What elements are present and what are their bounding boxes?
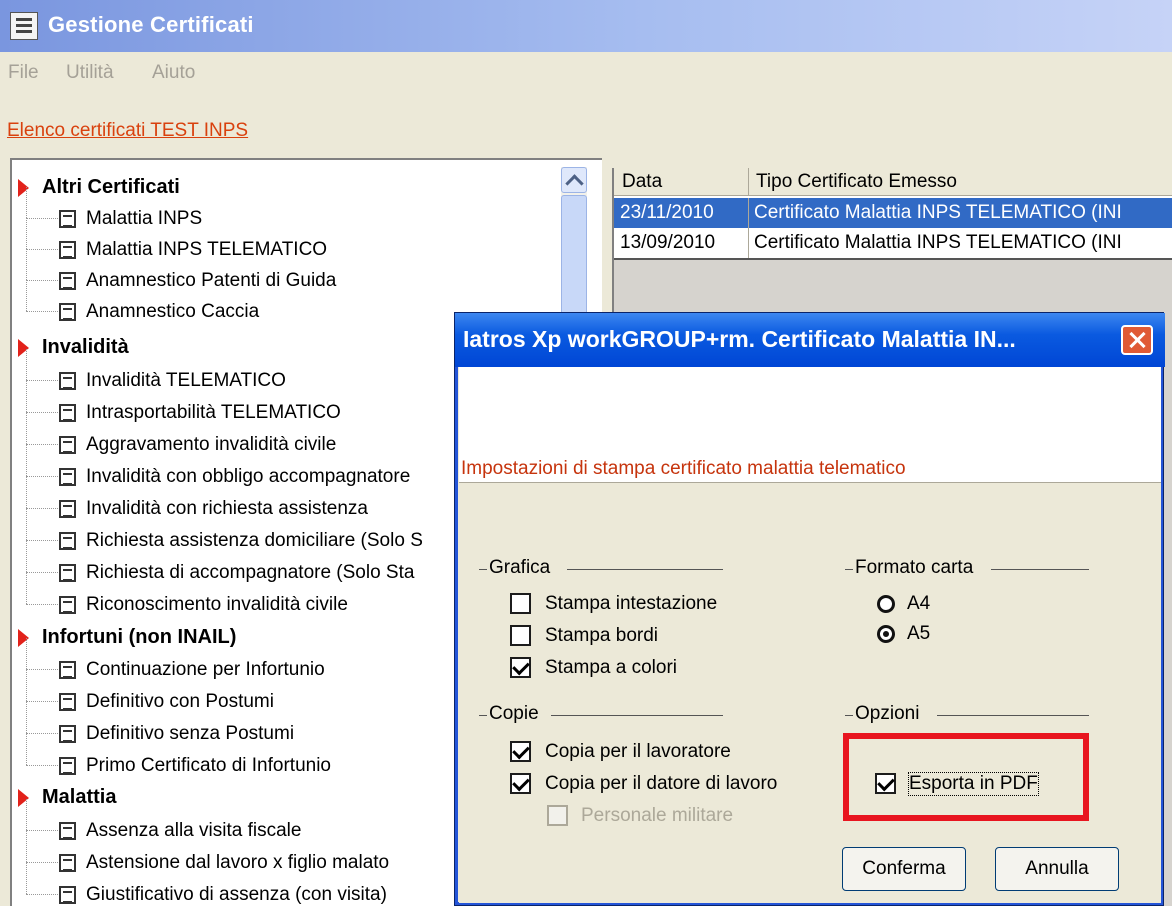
label-stampa-a-colori[interactable]: Stampa a colori — [545, 657, 677, 679]
dialog-body: Impostazioni di stampa certificato malat… — [459, 367, 1161, 903]
row-type: Certificato Malattia INPS TELEMATICO (IN… — [754, 202, 1122, 223]
tree-item-label: Primo Certificato di Infortunio — [86, 755, 331, 776]
main-title-bar[interactable]: Gestione Certificati — [0, 0, 1172, 52]
tree-category-label: Infortuni (non INAIL) — [42, 626, 237, 648]
document-icon — [59, 822, 76, 840]
group-copie-title: Copie — [489, 703, 539, 724]
radio-a4[interactable] — [877, 595, 895, 613]
tree-item-label: Continuazione per Infortunio — [86, 659, 325, 680]
document-icon — [59, 532, 76, 550]
print-settings-dialog: Iatros Xp workGROUP+rm. Certificato Mala… — [454, 312, 1165, 906]
document-icon — [59, 564, 76, 582]
tree-item-label: Giustificativo di assenza (con visita) — [86, 884, 387, 905]
tree-item-label: Anamnestico Patenti di Guida — [86, 270, 337, 291]
menu-file[interactable]: File — [8, 62, 39, 84]
document-list-icon — [10, 12, 38, 40]
list-header: Data Tipo Certificato Emesso — [614, 168, 1172, 196]
label-personale-militare: Personale militare — [581, 805, 734, 826]
menu-bar: File Utilità Aiuto — [0, 56, 1172, 90]
document-icon — [59, 272, 76, 290]
tree-item-label: Invalidità con obbligo accompagnatore — [86, 466, 411, 487]
tree-item-label: Aggravamento invalidità civile — [86, 434, 337, 455]
document-icon — [59, 854, 76, 872]
document-icon — [59, 500, 76, 518]
document-icon — [59, 372, 76, 390]
checkbox-copia-datore[interactable] — [510, 773, 531, 794]
expand-arrow-icon — [18, 179, 29, 197]
document-icon — [59, 468, 76, 486]
checkbox-esporta-pdf[interactable] — [875, 773, 896, 794]
column-header-type[interactable]: Tipo Certificato Emesso — [756, 171, 957, 193]
menu-aiuto[interactable]: Aiuto — [152, 62, 195, 84]
label-stampa-bordi[interactable]: Stampa bordi — [545, 625, 658, 647]
window-title: Gestione Certificati — [48, 12, 254, 37]
row-date: 13/09/2010 — [620, 232, 716, 253]
checkbox-stampa-intestazione[interactable] — [510, 593, 531, 614]
expand-arrow-icon — [18, 339, 29, 357]
tree-category-label: Malattia — [42, 786, 117, 808]
document-icon — [59, 661, 76, 679]
tree-item-label: Riconoscimento invalidità civile — [86, 594, 348, 615]
expand-arrow-icon — [18, 629, 29, 647]
tree-item-label: Richiesta di accompagnatore (Solo Sta — [86, 562, 415, 583]
document-icon — [59, 725, 76, 743]
document-icon — [59, 404, 76, 422]
checkbox-stampa-bordi[interactable] — [510, 625, 531, 646]
group-grafica-title: Grafica — [489, 557, 551, 578]
tree-item[interactable]: Malattia INPS — [12, 187, 572, 234]
tree-item-label: Assenza alla visita fiscale — [86, 820, 302, 841]
document-icon — [59, 757, 76, 775]
dialog-title-bar[interactable]: Iatros Xp workGROUP+rm. Certificato Mala… — [455, 313, 1165, 367]
column-header-date[interactable]: Data — [622, 171, 662, 193]
checkbox-stampa-a-colori[interactable] — [510, 657, 531, 678]
tree-item-label: Malattia INPS — [86, 208, 203, 229]
tree-item[interactable]: Malattia INPS TELEMATICO — [12, 218, 572, 265]
document-icon — [59, 693, 76, 711]
radio-a5[interactable] — [877, 625, 895, 643]
document-icon — [59, 241, 76, 259]
document-icon — [59, 436, 76, 454]
tree-item-label: Definitivo con Postumi — [86, 691, 274, 712]
label-copia-lavoratore[interactable]: Copia per il lavoratore — [545, 741, 731, 763]
dialog-subtitle: Impostazioni di stampa certificato malat… — [461, 458, 906, 479]
tree-item-label: Intrasportabilità TELEMATICO — [86, 402, 341, 423]
row-type: Certificato Malattia INPS TELEMATICO (IN… — [754, 232, 1122, 253]
tree-item-label: Invalidità con richiesta assistenza — [86, 498, 368, 519]
document-icon — [59, 303, 76, 321]
tree-item-label: Malattia INPS TELEMATICO — [86, 239, 328, 260]
label-a5[interactable]: A5 — [907, 623, 930, 645]
label-esporta-pdf[interactable]: Esporta in PDF — [908, 772, 1039, 796]
tree-category[interactable]: Altri Certificati — [12, 172, 572, 203]
tree-item[interactable]: Anamnestico Patenti di Guida — [12, 249, 572, 296]
checkbox-personale-militare — [547, 805, 568, 826]
label-stampa-intestazione[interactable]: Stampa intestazione — [545, 593, 717, 615]
group-formato-title: Formato carta — [855, 557, 974, 578]
label-copia-datore[interactable]: Copia per il datore di lavoro — [545, 773, 777, 795]
label-a4[interactable]: A4 — [907, 593, 930, 615]
document-icon — [59, 210, 76, 228]
tree-item-label: Astensione dal lavoro x figlio malato — [86, 852, 390, 873]
tree-item-label: Invalidità TELEMATICO — [86, 370, 286, 391]
expand-arrow-icon — [18, 789, 29, 807]
document-icon — [59, 596, 76, 614]
cancel-button[interactable]: Annulla — [995, 847, 1119, 891]
confirm-button[interactable]: Conferma — [842, 847, 966, 891]
scroll-up-arrow-icon[interactable] — [561, 167, 587, 193]
menu-utilita[interactable]: Utilità — [66, 62, 114, 84]
close-icon[interactable] — [1121, 325, 1153, 355]
tree-category-label: Altri Certificati — [42, 176, 180, 198]
list-row[interactable]: 13/09/2010 Certificato Malattia INPS TEL… — [614, 228, 1172, 258]
checkbox-copia-lavoratore[interactable] — [510, 741, 531, 762]
tree-item-label: Richiesta assistenza domiciliare (Solo S — [86, 530, 423, 551]
dialog-header-panel: Impostazioni di stampa certificato malat… — [459, 367, 1161, 483]
certificate-list-link[interactable]: Elenco certificati TEST INPS — [7, 120, 248, 142]
tree-item-label: Anamnestico Caccia — [86, 301, 260, 322]
list-row-selected[interactable]: 23/11/2010 Certificato Malattia INPS TEL… — [614, 198, 1172, 228]
row-date: 23/11/2010 — [620, 202, 714, 223]
dialog-title: Iatros Xp workGROUP+rm. Certificato Mala… — [463, 326, 1016, 352]
tree-item-label: Definitivo senza Postumi — [86, 723, 295, 744]
group-opzioni-title: Opzioni — [855, 703, 920, 724]
tree-category-label: Invalidità — [42, 336, 129, 358]
document-icon — [59, 886, 76, 904]
